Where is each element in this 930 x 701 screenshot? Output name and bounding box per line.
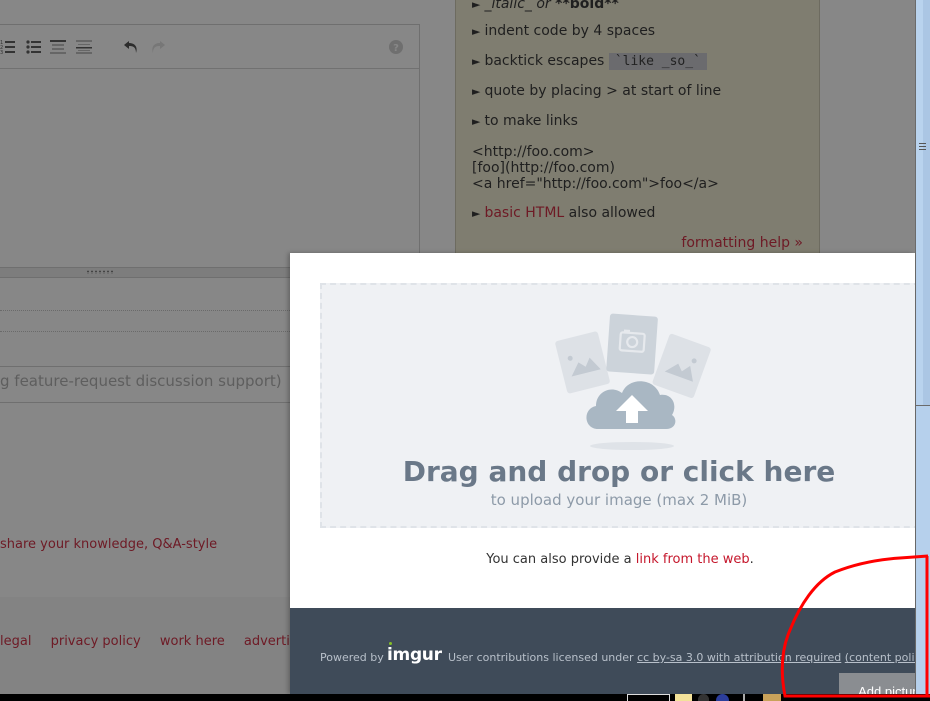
- clipboard-tray-icon[interactable]: [763, 694, 781, 701]
- add-picture-button[interactable]: Add picture: [839, 673, 915, 694]
- footer-link-work-here[interactable]: work here: [160, 634, 225, 649]
- help-item-links: ► to make links: [472, 113, 578, 129]
- post-body-editor[interactable]: [0, 68, 420, 267]
- vertical-scrollbar[interactable]: [915, 0, 930, 701]
- code-line: <a href="http://foo.com">foo</a>: [472, 176, 719, 192]
- license-prefix: User contributions licensed under: [448, 651, 638, 664]
- imgur-logo[interactable]: imgur: [387, 645, 442, 665]
- bullet-icon: ►: [472, 115, 481, 128]
- footer-link-legal[interactable]: legal: [0, 634, 31, 649]
- field-divider: [0, 331, 290, 332]
- imgur-logo-dot: [389, 642, 392, 645]
- powered-by-label: Powered by: [320, 651, 384, 664]
- scrollbar-thumb[interactable]: [916, 0, 930, 406]
- help-icon[interactable]: ?: [387, 39, 405, 55]
- cloud-upload-icon: [586, 381, 676, 429]
- help-text: _italic_ or: [484, 0, 556, 12]
- tray-status-icon[interactable]: [698, 694, 709, 701]
- code-line: [foo](http://foo.com): [472, 160, 615, 176]
- web-link-suffix: .: [749, 552, 754, 567]
- bullet-icon: ►: [472, 207, 481, 220]
- numbered-list-icon[interactable]: 123: [0, 39, 18, 55]
- help-text: backtick escapes: [484, 53, 609, 69]
- drop-title: Drag and drop or click here: [402, 455, 836, 488]
- heading-icon[interactable]: [49, 39, 67, 55]
- help-text: quote by placing > at start of line: [484, 83, 722, 99]
- modal-footer: Powered by imgur User contributions lice…: [290, 608, 915, 694]
- tags-input[interactable]: g feature-request discussion support): [0, 372, 290, 390]
- code-line: <http://foo.com>: [472, 144, 595, 160]
- drop-subtitle: to upload your image (max 2 MiB): [490, 491, 748, 509]
- image-card-left-icon: [555, 331, 610, 394]
- tray-input-box[interactable]: [627, 694, 670, 701]
- bullet-icon: ►: [472, 85, 481, 98]
- image-upload-dialog: Drag and drop or click here to upload yo…: [290, 253, 915, 694]
- svg-text:?: ?: [393, 43, 399, 54]
- system-taskbar: [0, 694, 930, 701]
- help-item-backtick: ► backtick escapes `like _so_`: [472, 53, 707, 70]
- cc-license-link[interactable]: cc by-sa 3.0 with attribution required: [637, 651, 841, 664]
- formatting-help-link[interactable]: formatting help »: [681, 235, 803, 251]
- image-card-right-icon: [652, 333, 711, 398]
- license-text: User contributions licensed under cc by-…: [448, 651, 915, 664]
- help-code-sample: `like _so_`: [608, 53, 707, 70]
- link-from-web[interactable]: link from the web: [636, 552, 750, 567]
- upload-illustration: [554, 305, 714, 455]
- help-item-italic-bold: ► _italic_ or **bold**: [472, 0, 619, 12]
- share-knowledge-link[interactable]: share your knowledge, Q&A-style: [0, 537, 217, 552]
- image-dropzone[interactable]: Drag and drop or click here to upload yo…: [320, 283, 915, 528]
- editor-resize-handle[interactable]: [0, 267, 290, 278]
- formatting-help-panel: ► _italic_ or **bold** ► indent code by 4 …: [455, 0, 820, 253]
- svg-text:3: 3: [0, 50, 3, 55]
- web-link-line: You can also provide a link from the web…: [290, 552, 915, 567]
- bulleted-list-icon[interactable]: [26, 39, 44, 55]
- tags-field-top: [0, 366, 290, 367]
- globe-tray-icon[interactable]: [716, 694, 729, 701]
- editor-toolbar: 123 ?: [0, 24, 420, 69]
- undo-icon[interactable]: [123, 39, 141, 55]
- bullet-icon: ►: [472, 0, 481, 11]
- cloud-shadow: [590, 442, 674, 450]
- tags-field-bottom: [0, 402, 290, 403]
- footer-links: legal privacy policy work here advertisi…: [0, 634, 332, 649]
- folder-tray-icon[interactable]: [675, 694, 692, 701]
- volume-tray-icon[interactable]: [738, 694, 750, 701]
- camera-card-icon: [606, 313, 658, 375]
- bullet-icon: ►: [472, 55, 481, 68]
- help-item-indent: ► indent code by 4 spaces: [472, 23, 655, 39]
- field-divider: [0, 310, 290, 311]
- help-item-quote: ► quote by placing > at start of line: [472, 83, 721, 99]
- help-text: also allowed: [564, 205, 656, 221]
- help-text: to make links: [484, 113, 578, 129]
- horizontal-rule-icon[interactable]: [75, 39, 93, 55]
- help-item-html: ► basic HTML also allowed: [472, 205, 655, 221]
- footer-link-privacy-policy[interactable]: privacy policy: [51, 634, 141, 649]
- help-bold-text: **bold**: [555, 0, 619, 12]
- web-link-prefix: You can also provide a: [486, 552, 636, 567]
- link-examples: <http://foo.com> [foo](http://foo.com) <a …: [472, 144, 719, 192]
- redo-icon[interactable]: [148, 39, 166, 55]
- content-policy-link[interactable]: (content policy): [845, 651, 915, 664]
- help-text: indent code by 4 spaces: [484, 23, 656, 39]
- scrollbar-grip-icon: [919, 143, 926, 151]
- basic-html-link[interactable]: basic HTML: [484, 205, 564, 221]
- bullet-icon: ►: [472, 25, 481, 38]
